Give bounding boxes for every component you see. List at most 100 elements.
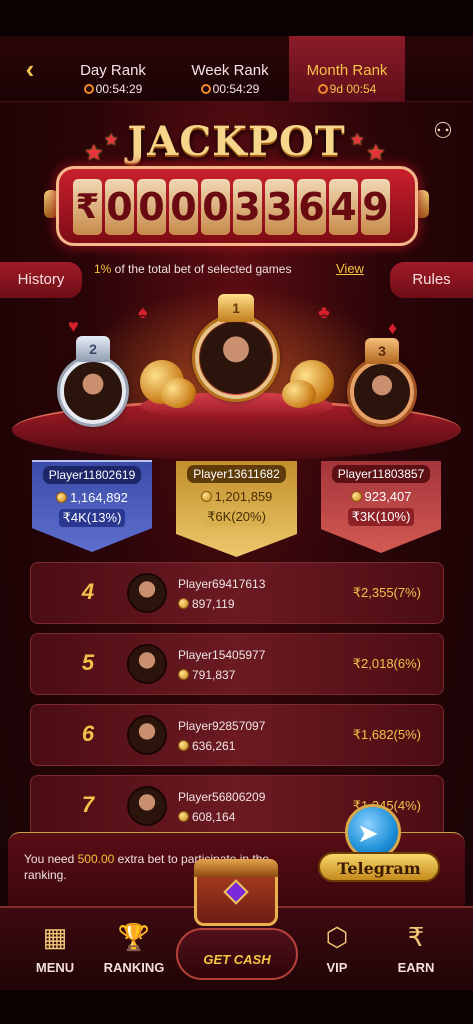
jackpot-digit: 3: [265, 179, 294, 235]
player-reward: ₹1,682(5%): [352, 727, 421, 742]
notice-amount: 500.00: [77, 852, 115, 866]
nav-label: EARN: [397, 960, 435, 975]
jackpot-digit: 0: [201, 179, 230, 235]
tab-timer: 9d 00:54: [329, 82, 377, 96]
nav-get-cash[interactable]: GET CASH: [176, 928, 298, 980]
notice-prefix: You need: [24, 852, 78, 866]
podium-card-rank-2[interactable]: Player11802619 1,164,892 ₹4K(13%): [32, 460, 152, 552]
coin-icon: [350, 491, 362, 502]
podium-card-rank-3[interactable]: Player11803857 923,407 ₹3K(10%): [321, 461, 441, 553]
paper-plane-icon: ➤: [357, 818, 379, 848]
tab-label: Week Rank: [191, 62, 269, 79]
player-score: 636,261: [192, 739, 236, 753]
clock-icon: [200, 84, 211, 94]
jackpot-digits: ₹ 0 0 0 0 3 3 6 4 9: [73, 179, 390, 235]
jackpot-digit: 4: [329, 179, 358, 235]
jackpot-digit: 0: [105, 179, 134, 235]
nav-earn[interactable]: ₹ EARN: [376, 920, 456, 975]
crown-rank-3: 3: [365, 338, 399, 364]
ranking-screen: ‹ Day Rank 00:54:29 Week Rank 00:54:29 M…: [0, 0, 473, 1024]
avatar: [127, 786, 167, 826]
gold-coins-decoration: [160, 378, 196, 408]
nav-label: MENU: [35, 960, 75, 975]
player-name: Player15405977: [178, 648, 266, 662]
podium-card-rank-1[interactable]: Player13611682 1,201,859 ₹6K(20%): [176, 461, 297, 557]
player-reward: ₹2,018(6%): [352, 656, 421, 671]
player-score: 897,119: [192, 597, 235, 611]
avatar: [127, 573, 167, 613]
tab-timer: 00:54:29: [95, 82, 143, 96]
treasure-chest-icon[interactable]: [194, 859, 278, 926]
rank-tabs: ‹ Day Rank 00:54:29 Week Rank 00:54:29 M…: [0, 36, 473, 102]
coin-icon: [178, 598, 189, 609]
nav-label: VIP: [326, 960, 348, 975]
crown-rank-2: 2: [76, 336, 110, 362]
tab-week-rank[interactable]: Week Rank 00:54:29: [176, 36, 284, 102]
rank-number: 5: [81, 650, 95, 675]
user-gift-icon[interactable]: ⚇: [428, 118, 458, 148]
rank-row[interactable]: 5 Player15405977 791,837 ₹2,018(6%): [30, 633, 444, 695]
coin-icon: [178, 669, 189, 680]
nav-label: GET CASH: [203, 952, 271, 967]
telegram-button[interactable]: Telegram: [318, 852, 440, 882]
player-name: Player56806209: [178, 790, 266, 804]
coin-icon: [178, 811, 189, 822]
vip-badge-icon: ⬡: [325, 922, 349, 952]
jackpot-info-text: of the total bet of selected games: [111, 262, 292, 276]
nav-menu[interactable]: ▦ MENU: [15, 920, 95, 975]
player-score: 1,164,892: [70, 490, 128, 505]
rules-button[interactable]: Rules: [390, 262, 473, 298]
back-arrow-icon[interactable]: ‹: [16, 56, 44, 84]
player-name: Player69417613: [178, 577, 266, 591]
gesture-bar-area: [0, 990, 473, 1024]
coin-icon: [200, 491, 212, 502]
jackpot-digit: 9: [361, 179, 390, 235]
diamond-suit-icon: ♦: [388, 318, 398, 338]
rupee-coin-icon: ₹: [407, 922, 425, 952]
player-score: 1,201,859: [214, 489, 273, 504]
coin-icon: [56, 492, 68, 503]
avatar-frame-gold: [195, 317, 277, 399]
jackpot-digit: 0: [169, 179, 198, 235]
jackpot-digit: 6: [297, 179, 326, 235]
player-name: Player11802619: [42, 466, 142, 484]
gold-coins-decoration: [282, 380, 316, 408]
jackpot-digit: 3: [233, 179, 262, 235]
tab-day-rank[interactable]: Day Rank 00:54:29: [62, 36, 164, 102]
player-reward: ₹3K(10%): [347, 508, 415, 526]
nav-vip[interactable]: ⬡ VIP: [297, 920, 377, 975]
player-reward: ₹4K(13%): [58, 509, 126, 527]
player-reward: ₹2,355(7%): [352, 585, 421, 600]
tab-label: Day Rank: [80, 62, 146, 79]
crown-rank-1: 1: [218, 294, 254, 322]
tab-month-rank[interactable]: Month Rank 9d 00:54: [289, 36, 405, 102]
view-link[interactable]: View: [336, 261, 364, 276]
rank-row[interactable]: 4 Player69417613 897,119 ₹2,355(7%): [30, 562, 444, 624]
nav-label: RANKING: [103, 960, 165, 975]
coin-icon: [178, 740, 189, 751]
rank-row[interactable]: 6 Player92857097 636,261 ₹1,682(5%): [30, 704, 444, 766]
jackpot-counter: ₹ 0 0 0 0 3 3 6 4 9: [56, 166, 418, 246]
jackpot-percent: 1%: [94, 262, 112, 276]
avatar-frame-silver: [60, 358, 126, 424]
jackpot-digit: 0: [137, 179, 166, 235]
rank-number: 7: [81, 792, 95, 817]
player-name: Player92857097: [178, 719, 266, 733]
rank-number: 6: [81, 721, 95, 746]
clock-icon: [83, 84, 94, 94]
jackpot-title: JACKPOT: [127, 118, 346, 165]
clock-icon: [317, 84, 328, 94]
tab-timer: 00:54:29: [212, 82, 260, 96]
avatar: [127, 644, 167, 684]
club-suit-icon: ♣: [318, 302, 330, 322]
nav-ranking[interactable]: 🏆 RANKING: [94, 920, 174, 975]
menu-grid-icon: ▦: [42, 922, 68, 952]
player-reward: ₹6K(20%): [203, 508, 270, 526]
status-bar-area: [0, 0, 473, 36]
player-score: 608,164: [192, 810, 236, 824]
heart-suit-icon: ♥: [68, 316, 79, 336]
spade-suit-icon: ♠: [138, 302, 148, 322]
player-score: 791,837: [192, 668, 236, 682]
trophy-icon: 🏆: [117, 922, 151, 952]
avatar: [127, 715, 167, 755]
